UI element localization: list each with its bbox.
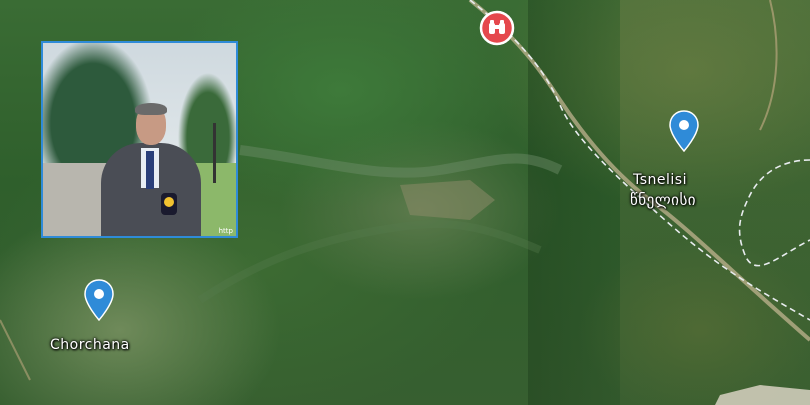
road-line: [468, 0, 810, 342]
person-tie: [146, 151, 154, 189]
valley-line: [239, 145, 563, 178]
photo-watermark: http: [218, 227, 233, 235]
lamp-post: [213, 123, 216, 183]
chorchana-pin[interactable]: [84, 279, 114, 326]
binoculars-icon: [479, 10, 515, 46]
satellite-map[interactable]: http Tsnelisi წნელისი Chorchana: [0, 0, 810, 405]
bare-ground: [715, 385, 810, 405]
location-pin-icon: [84, 279, 114, 322]
person-hair: [135, 103, 167, 115]
channel-logo: [164, 197, 174, 207]
location-pin-icon: [669, 110, 699, 153]
tsnelisi-pin[interactable]: [669, 110, 699, 157]
news-photo-inset[interactable]: http: [41, 41, 238, 238]
binoculars-marker[interactable]: [479, 10, 515, 51]
valley-line: [197, 220, 542, 304]
place-label-chorchana[interactable]: Chorchana: [50, 337, 130, 353]
track-line: [0, 319, 31, 381]
track-line: [759, 0, 778, 131]
place-label-tsnelisi-local[interactable]: წნელისი: [630, 191, 696, 209]
place-label-tsnelisi[interactable]: Tsnelisi: [633, 172, 687, 188]
clearing-area: [400, 180, 495, 220]
boundary-line: [738, 159, 810, 267]
